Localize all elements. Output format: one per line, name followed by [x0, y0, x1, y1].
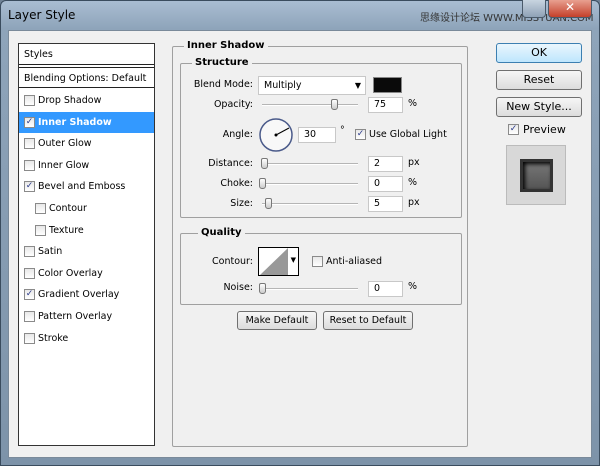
- style-item-label: Bevel and Emboss: [38, 181, 126, 193]
- distance-slider-thumb[interactable]: [261, 158, 268, 169]
- style-item-label: Pattern Overlay: [38, 311, 113, 322]
- style-checkbox[interactable]: [35, 203, 46, 214]
- style-preview: [506, 145, 566, 205]
- noise-input[interactable]: 0: [368, 281, 403, 297]
- degree-unit: °: [340, 125, 345, 136]
- blend-mode-select[interactable]: Multiply ▼: [258, 76, 366, 95]
- new-style-button[interactable]: New Style...: [496, 97, 582, 117]
- style-checkbox[interactable]: [24, 246, 35, 258]
- choke-unit: %: [408, 177, 418, 188]
- style-item-pattern-overlay[interactable]: Pattern Overlay: [19, 306, 154, 327]
- size-label: Size:: [230, 198, 253, 209]
- shadow-color-swatch[interactable]: [373, 77, 402, 93]
- quality-group: [180, 233, 462, 305]
- use-global-light-checkbox[interactable]: ✓: [355, 129, 366, 140]
- size-slider-thumb[interactable]: [265, 198, 272, 209]
- styles-list: Styles Blending Options: Default Drop Sh…: [18, 43, 155, 446]
- distance-unit: px: [408, 157, 420, 168]
- chevron-down-icon: ▼: [290, 256, 296, 264]
- ok-button[interactable]: OK: [496, 43, 582, 63]
- size-input[interactable]: 5: [368, 196, 403, 212]
- opacity-slider-thumb[interactable]: [331, 99, 338, 110]
- angle-dial[interactable]: [258, 117, 294, 153]
- angle-input[interactable]: 30: [298, 127, 336, 143]
- close-button[interactable]: ✕: [548, 0, 592, 18]
- choke-label: Choke:: [220, 178, 253, 189]
- preview-swatch: [520, 159, 553, 192]
- style-item-label: Outer Glow: [38, 138, 92, 150]
- make-default-button[interactable]: Make Default: [237, 311, 317, 330]
- style-item-label: Gradient Overlay: [38, 289, 120, 301]
- noise-slider[interactable]: [262, 288, 358, 290]
- restore-button[interactable]: [522, 0, 546, 18]
- contour-picker[interactable]: ▼: [258, 247, 299, 276]
- noise-label: Noise:: [223, 282, 253, 293]
- anti-aliased-checkbox[interactable]: [312, 256, 323, 267]
- style-item-label: Inner Shadow: [38, 116, 112, 128]
- style-item-inner-shadow[interactable]: ✓ Inner Shadow: [19, 111, 154, 133]
- style-item-label: Satin: [38, 246, 63, 258]
- style-checkbox[interactable]: [24, 267, 35, 279]
- style-item-inner-glow[interactable]: Inner Glow: [19, 155, 154, 176]
- anti-aliased-label: Anti-aliased: [326, 256, 383, 267]
- style-checkbox[interactable]: [35, 224, 46, 236]
- style-item-contour[interactable]: Contour: [19, 198, 154, 219]
- style-item-drop-shadow[interactable]: Drop Shadow: [19, 90, 154, 111]
- distance-slider[interactable]: [262, 163, 358, 165]
- panel-title: Inner Shadow: [184, 40, 268, 51]
- style-checkbox[interactable]: [24, 95, 35, 106]
- style-item-outer-glow[interactable]: Outer Glow: [19, 133, 154, 154]
- reset-to-default-button[interactable]: Reset to Default: [323, 311, 413, 330]
- contour-label: Contour:: [212, 256, 253, 267]
- style-item-satin[interactable]: Satin: [19, 241, 154, 262]
- style-checkbox[interactable]: ✓: [24, 116, 35, 128]
- style-checkbox[interactable]: [24, 332, 35, 344]
- style-item-stroke[interactable]: Stroke: [19, 328, 154, 349]
- noise-unit: %: [408, 281, 418, 292]
- choke-slider-thumb[interactable]: [259, 178, 266, 189]
- window-title: Layer Style: [8, 8, 76, 22]
- size-unit: px: [408, 197, 420, 208]
- angle-label: Angle:: [222, 129, 253, 140]
- style-checkbox[interactable]: [24, 311, 35, 322]
- structure-title: Structure: [192, 57, 252, 68]
- noise-slider-thumb[interactable]: [259, 283, 266, 294]
- opacity-label: Opacity:: [213, 99, 253, 110]
- style-item-label: Color Overlay: [38, 267, 103, 279]
- style-item-gradient-overlay[interactable]: ✓ Gradient Overlay: [19, 284, 154, 305]
- reset-button[interactable]: Reset: [496, 70, 582, 90]
- style-item-bevel-and-emboss[interactable]: ✓ Bevel and Emboss: [19, 176, 154, 197]
- use-global-light-label: Use Global Light: [369, 129, 447, 140]
- blending-options[interactable]: Blending Options: Default: [19, 67, 154, 88]
- opacity-unit: %: [408, 98, 418, 109]
- contour-linear-icon: [260, 248, 288, 275]
- distance-label: Distance:: [208, 158, 253, 169]
- style-checkbox[interactable]: ✓: [24, 181, 35, 193]
- style-item-label: Inner Glow: [38, 159, 90, 171]
- opacity-input[interactable]: 75: [368, 97, 403, 113]
- distance-input[interactable]: 2: [368, 156, 403, 172]
- chevron-down-icon: ▼: [354, 81, 361, 90]
- style-checkbox[interactable]: [24, 159, 35, 171]
- style-checkbox[interactable]: [24, 138, 35, 150]
- style-item-texture[interactable]: Texture: [19, 220, 154, 241]
- styles-header[interactable]: Styles: [19, 44, 154, 65]
- choke-input[interactable]: 0: [368, 176, 403, 192]
- style-item-label: Texture: [49, 224, 84, 236]
- choke-slider[interactable]: [262, 183, 358, 185]
- blend-mode-value: Multiply: [264, 80, 302, 91]
- opacity-slider[interactable]: [262, 104, 358, 106]
- preview-checkbox[interactable]: ✓: [508, 124, 519, 135]
- style-item-color-overlay[interactable]: Color Overlay: [19, 263, 154, 284]
- style-item-label: Contour: [49, 203, 87, 214]
- blend-mode-label: Blend Mode:: [193, 79, 253, 90]
- style-item-label: Drop Shadow: [38, 95, 102, 106]
- quality-title: Quality: [198, 227, 245, 238]
- style-checkbox[interactable]: ✓: [24, 289, 35, 301]
- style-item-label: Stroke: [38, 332, 69, 344]
- preview-label: Preview: [523, 123, 566, 136]
- size-slider[interactable]: [262, 203, 358, 205]
